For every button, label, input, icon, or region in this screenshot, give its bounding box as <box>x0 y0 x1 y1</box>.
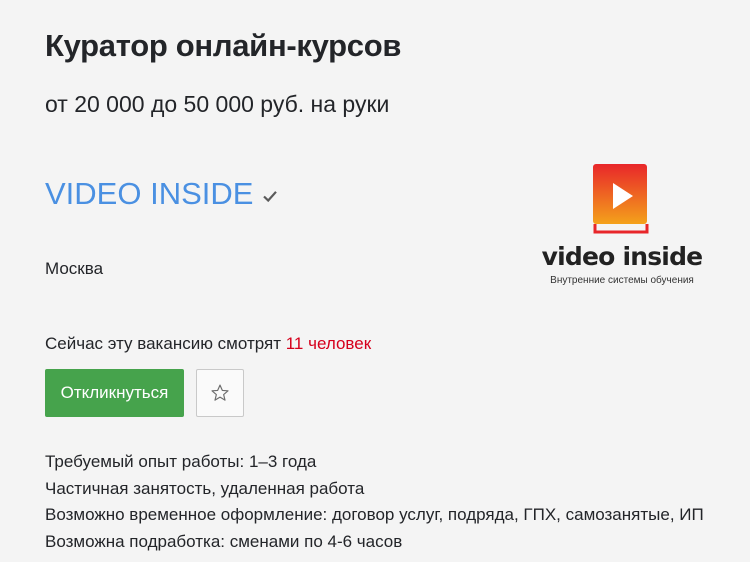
star-icon <box>211 384 229 401</box>
detail-employment: Частичная занятость, удаленная работа <box>45 478 365 498</box>
check-icon <box>261 187 279 205</box>
detail-experience: Требуемый опыт работы: 1–3 года <box>45 452 317 471</box>
company-logo[interactable]: video inside Внутренние системы обучения <box>537 160 707 295</box>
book-play-icon <box>593 164 649 234</box>
watching-count: 11 человек <box>285 334 372 353</box>
favorite-button[interactable] <box>196 369 244 417</box>
company-name-link[interactable]: VIDEO INSIDE <box>45 174 253 214</box>
vacancy-title: Куратор онлайн-курсов <box>45 28 402 63</box>
watching-text: Сейчас эту вакансию смотрят <box>45 334 286 353</box>
logo-text: video inside <box>541 242 703 271</box>
detail-contract: Возможно временное оформление: договор у… <box>45 505 704 524</box>
apply-button[interactable]: Откликнуться <box>45 369 184 417</box>
detail-part-time: Возможна подработка: сменами по 4-6 часо… <box>45 531 403 551</box>
logo-subtitle: Внутренние системы обучения <box>550 275 694 286</box>
company-city: Москва <box>45 259 104 278</box>
vacancy-details: Требуемый опыт работы: 1–3 года Частична… <box>45 449 704 555</box>
company-row: VIDEO INSIDE <box>45 174 279 214</box>
watching-now: Сейчас эту вакансию смотрят 11 человек <box>45 333 371 355</box>
vacancy-salary: от 20 000 до 50 000 руб. на руки <box>45 91 390 117</box>
